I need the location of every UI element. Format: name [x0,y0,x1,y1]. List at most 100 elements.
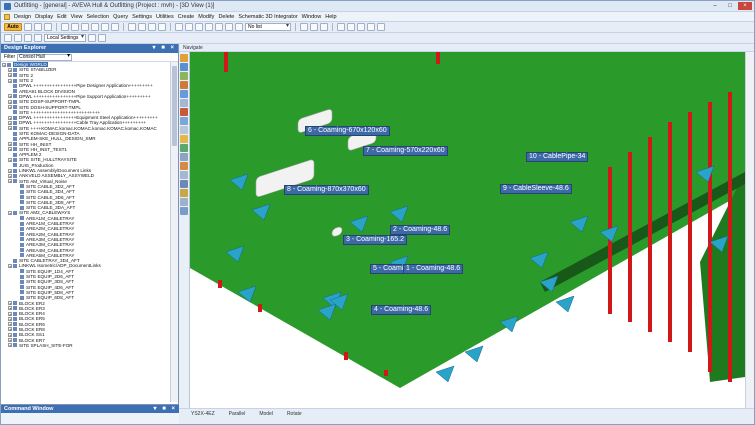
expand-icon[interactable] [8,137,12,141]
settings-icon[interactable] [88,34,96,42]
expand-icon[interactable]: + [8,105,12,110]
expand-icon[interactable]: + [8,210,12,215]
ce-icon[interactable] [24,34,32,42]
north-icon[interactable] [180,144,188,152]
expand-icon[interactable] [8,163,12,167]
cut-icon[interactable] [91,23,99,31]
zoom-icon[interactable] [138,23,146,31]
expand-icon[interactable] [15,296,19,300]
maximize-button[interactable]: □ [723,2,737,10]
tree-item[interactable]: + SITE SPLASH_SITE-FOR [1,343,171,348]
expand-icon[interactable]: + [8,338,12,343]
expand-icon[interactable] [8,84,12,88]
expand-icon[interactable] [15,275,19,279]
auto-button[interactable]: Auto [4,23,22,31]
expand-icon[interactable] [15,290,19,294]
menu-view[interactable]: View [71,14,83,20]
annotation-tag[interactable]: 2 - Coaming-48.6 [390,225,451,235]
menu-utilities[interactable]: Utilities [156,14,174,20]
expand-icon[interactable] [15,237,19,241]
paste-icon[interactable] [111,23,119,31]
menu-delete[interactable]: Delete [218,14,234,20]
pan-mode-icon[interactable] [180,99,188,107]
menu-edit[interactable]: Edit [57,14,66,20]
expand-icon[interactable]: + [8,142,12,147]
pan-icon[interactable] [148,23,156,31]
save-view-icon[interactable] [180,207,188,215]
local-settings-combo[interactable]: Local Settings [44,34,86,42]
expand-icon[interactable]: + [8,301,12,306]
print-icon[interactable] [81,23,89,31]
expand-icon[interactable]: + [8,322,12,327]
expand-icon[interactable]: + [8,263,12,268]
expand-icon[interactable] [8,132,12,136]
menu-settings[interactable]: Settings [132,14,152,20]
menu-design[interactable]: Design [14,14,31,20]
eye-icon[interactable] [180,126,188,134]
expand-icon[interactable] [8,110,12,114]
expand-icon[interactable] [8,259,12,263]
expand-icon[interactable] [15,222,19,226]
walk-mode-icon[interactable] [180,90,188,98]
hide-icon[interactable] [215,23,223,31]
expand-icon[interactable]: + [8,120,12,125]
filter-combo[interactable]: Consol Hull [17,53,73,61]
bracket[interactable] [435,365,455,383]
expand-icon[interactable]: + [8,126,12,131]
annotation-tag[interactable]: 1 - Coaming-48.6 [403,264,464,274]
play-icon[interactable] [357,23,365,31]
explorer-scrollbar[interactable] [170,62,178,402]
east-icon[interactable] [180,153,188,161]
close-button[interactable]: × [738,2,752,10]
redo-icon[interactable] [44,23,52,31]
3d-scene[interactable] [190,52,745,408]
wire-icon[interactable] [180,171,188,179]
expand-icon[interactable]: + [8,306,12,311]
bracket[interactable] [555,295,575,313]
menu-help[interactable]: Help [325,14,336,20]
shade-icon[interactable] [180,162,188,170]
expand-icon[interactable]: + [8,67,12,72]
clip-icon[interactable] [185,23,193,31]
menu-selection[interactable]: Selection [86,14,109,20]
navigate-icon[interactable] [180,54,188,62]
menu-schematic-integrator[interactable]: Schematic 3D Integrator [238,14,297,20]
expand-icon[interactable] [15,243,19,247]
section-icon[interactable] [180,180,188,188]
3d-viewport[interactable]: 6 - Coaming-670x120x60 7 - Coaming-570x22… [190,52,745,408]
home-icon[interactable] [4,34,12,42]
minimize-button[interactable]: – [708,2,722,10]
expand-icon[interactable] [8,153,12,157]
member-icon[interactable] [14,34,22,42]
view-scrollbar[interactable] [745,52,754,408]
restore-icon[interactable] [180,198,188,206]
zoom-box-icon[interactable] [180,72,188,80]
expand-icon[interactable] [15,227,19,231]
graphics-icon[interactable] [175,23,183,31]
expand-icon[interactable]: + [8,78,12,83]
measure-icon[interactable] [195,23,203,31]
default-button[interactable] [24,23,32,31]
look-icon[interactable] [180,117,188,125]
scrollbar-thumb[interactable] [172,66,177,146]
expand-icon[interactable] [15,190,19,194]
expand-icon[interactable] [15,280,19,284]
expand-icon[interactable] [8,89,12,93]
menu-modify[interactable]: Modify [198,14,214,20]
limits-icon[interactable] [180,108,188,116]
menu-query[interactable]: Query [113,14,128,20]
expand-icon[interactable] [15,195,19,199]
expand-icon[interactable]: + [8,179,12,184]
orbit-icon[interactable] [180,63,188,71]
expand-icon[interactable] [15,200,19,204]
expand-icon[interactable] [15,184,19,188]
expand-icon[interactable] [15,206,19,210]
rotate-icon[interactable] [158,23,166,31]
plan-icon[interactable] [180,135,188,143]
colour-icon[interactable] [235,23,243,31]
expand-icon[interactable] [15,269,19,273]
query-icon[interactable] [320,23,328,31]
expand-icon[interactable]: + [8,327,12,332]
expand-icon[interactable]: + [8,157,12,162]
menu-window[interactable]: Window [302,14,322,20]
